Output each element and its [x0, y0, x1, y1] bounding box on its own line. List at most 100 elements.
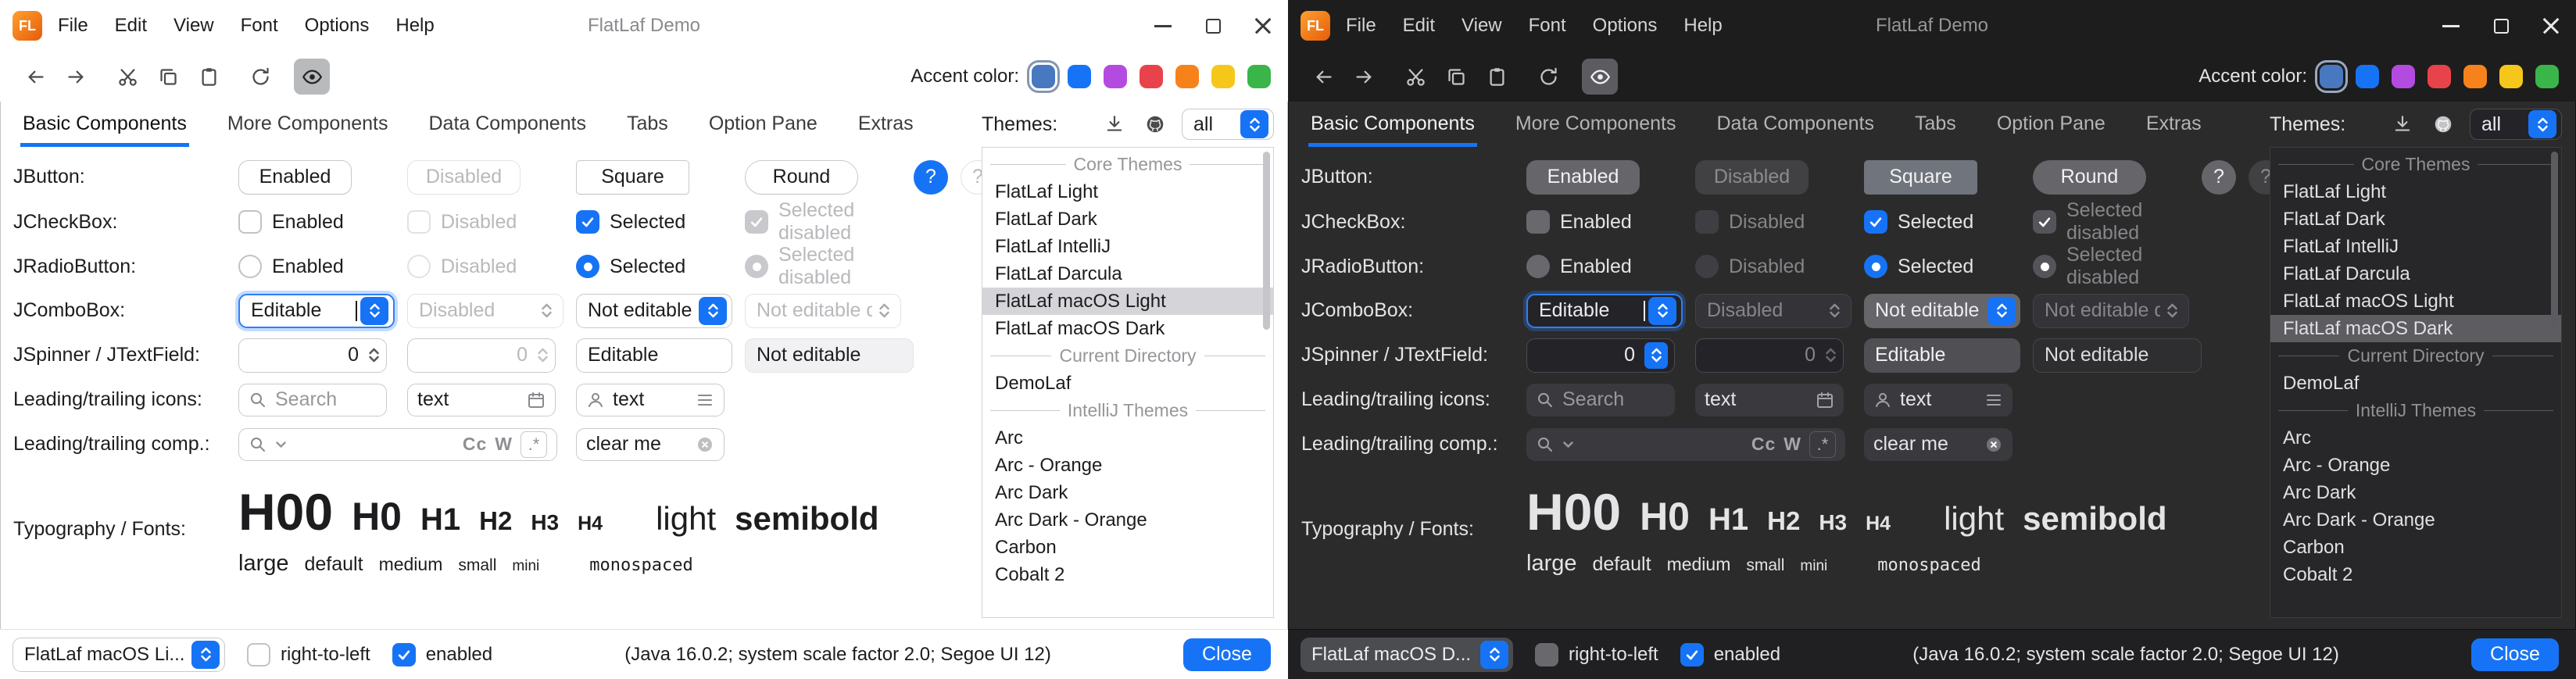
theme-item[interactable]: Cobalt 2	[982, 561, 1273, 588]
theme-item[interactable]: FlatLaf macOS Dark	[2270, 315, 2561, 342]
laf-combobox[interactable]: FlatLaf macOS Li...	[13, 638, 225, 672]
enabled-checkbox[interactable]: enabled	[1680, 643, 1780, 666]
combobox-arrow-button[interactable]	[699, 297, 727, 325]
theme-item[interactable]: Cobalt 2	[2270, 561, 2561, 588]
menu-item-file[interactable]: File	[58, 15, 88, 37]
paste-button[interactable]	[191, 59, 227, 95]
combobox-editable[interactable]: Editable	[1526, 294, 1683, 328]
theme-list[interactable]: Core ThemesFlatLaf LightFlatLaf DarkFlat…	[2270, 147, 2562, 618]
paste-button[interactable]	[1479, 59, 1515, 95]
theme-item[interactable]: FlatLaf Light	[2270, 178, 2561, 205]
spinner-arrows[interactable]	[368, 347, 380, 363]
radio-enabled[interactable]: Enabled	[1526, 255, 1632, 278]
menu-item-view[interactable]: View	[174, 15, 214, 37]
textfield-editable[interactable]: Editable	[576, 338, 732, 373]
tab-option-pane[interactable]: Option Pane	[1995, 113, 2108, 147]
whole-word-button[interactable]: W	[495, 434, 513, 455]
accent-swatch[interactable]	[2499, 65, 2523, 88]
tab-tabs[interactable]: Tabs	[1912, 113, 1959, 147]
accent-swatch[interactable]	[1140, 65, 1163, 88]
tab-option-pane[interactable]: Option Pane	[707, 113, 820, 147]
close-window-button[interactable]	[2526, 0, 2576, 52]
accent-swatch[interactable]	[2356, 65, 2379, 88]
enabled-checkbox[interactable]: enabled	[392, 643, 492, 666]
close-button[interactable]: Close	[2471, 638, 2559, 671]
match-case-button[interactable]: Cc	[463, 434, 487, 455]
menu-item-options[interactable]: Options	[305, 15, 370, 37]
whole-word-button[interactable]: W	[1784, 434, 1801, 455]
scrollbar-thumb[interactable]	[2551, 152, 2558, 330]
user-field[interactable]: text	[576, 384, 724, 416]
minimize-button[interactable]	[1138, 0, 1188, 52]
combobox-arrow-button[interactable]	[1987, 297, 2016, 325]
checkbox-selected[interactable]: Selected	[1864, 210, 1973, 234]
tab-data-components[interactable]: Data Components	[426, 113, 589, 147]
checkbox-enabled[interactable]: Enabled	[1526, 210, 1632, 234]
menu-item-help[interactable]: Help	[395, 15, 434, 37]
enabled-button[interactable]: Enabled	[1526, 160, 1640, 195]
checkbox-selected[interactable]: Selected	[576, 210, 685, 234]
menu-item-edit[interactable]: Edit	[115, 15, 147, 37]
menu-item-file[interactable]: File	[1346, 15, 1376, 37]
close-button[interactable]: Close	[1183, 638, 1271, 671]
combobox-editable[interactable]: Editable	[238, 294, 395, 328]
clear-icon[interactable]	[696, 435, 714, 454]
theme-item[interactable]: FlatLaf Light	[982, 178, 1273, 205]
help-button[interactable]: ?	[2202, 160, 2236, 195]
cut-button[interactable]	[1397, 59, 1433, 95]
rtl-checkbox[interactable]: right-to-left	[247, 643, 370, 666]
download-themes-button[interactable]	[2388, 110, 2417, 138]
theme-item[interactable]: FlatLaf Darcula	[982, 260, 1273, 288]
theme-item[interactable]: FlatLaf macOS Light	[2270, 288, 2561, 315]
theme-item[interactable]: FlatLaf macOS Light	[982, 288, 1273, 315]
menu-item-font[interactable]: Font	[241, 15, 278, 37]
tab-basic-components[interactable]: Basic Components	[20, 113, 189, 147]
copy-button[interactable]	[1438, 59, 1474, 95]
minimize-button[interactable]	[2426, 0, 2476, 52]
theme-item[interactable]: FlatLaf macOS Dark	[982, 315, 1273, 342]
laf-combobox[interactable]: FlatLaf macOS D...	[1301, 638, 1513, 672]
tab-extras[interactable]: Extras	[856, 113, 916, 147]
refresh-button[interactable]	[242, 59, 278, 95]
theme-item[interactable]: FlatLaf IntelliJ	[982, 233, 1273, 260]
date-field[interactable]: text	[407, 384, 556, 416]
theme-item[interactable]: Carbon	[982, 534, 1273, 561]
menu-item-help[interactable]: Help	[1683, 15, 1722, 37]
theme-item[interactable]: Arc	[2270, 424, 2561, 452]
textfield-editable[interactable]: Editable	[1864, 338, 2020, 373]
theme-item[interactable]: Arc Dark	[2270, 479, 2561, 506]
search-with-options-field[interactable]: Cc W .*	[238, 428, 557, 461]
spinner-arrows[interactable]	[1644, 342, 1668, 369]
radio-selected[interactable]: Selected	[1864, 255, 1973, 278]
github-button[interactable]	[1141, 110, 1169, 138]
themes-filter-combobox[interactable]: all	[1182, 109, 1274, 140]
spinner[interactable]: 0	[238, 338, 387, 373]
theme-item[interactable]: DemoLaf	[982, 370, 1273, 397]
search-field[interactable]: Search	[1526, 384, 1675, 416]
combobox-not-editable[interactable]: Not editable	[576, 294, 732, 328]
theme-item[interactable]: FlatLaf Darcula	[2270, 260, 2561, 288]
download-themes-button[interactable]	[1100, 110, 1129, 138]
square-button[interactable]: Square	[1864, 160, 1977, 195]
theme-item[interactable]: Arc Dark	[982, 479, 1273, 506]
theme-item[interactable]: Arc	[982, 424, 1273, 452]
clearable-field[interactable]: clear me	[1864, 428, 2012, 461]
tab-basic-components[interactable]: Basic Components	[1308, 113, 1477, 147]
theme-item[interactable]: DemoLaf	[2270, 370, 2561, 397]
regex-button[interactable]: .*	[521, 431, 547, 458]
rtl-checkbox[interactable]: right-to-left	[1535, 643, 1658, 666]
themes-filter-combobox[interactable]: all	[2470, 109, 2562, 140]
square-button[interactable]: Square	[576, 160, 689, 195]
date-field[interactable]: text	[1695, 384, 1844, 416]
menu-item-font[interactable]: Font	[1529, 15, 1566, 37]
round-button[interactable]: Round	[745, 160, 858, 195]
accent-swatch[interactable]	[2392, 65, 2415, 88]
forward-button[interactable]	[58, 59, 94, 95]
combobox-arrow-button[interactable]	[191, 641, 220, 669]
regex-button[interactable]: .*	[1809, 431, 1836, 458]
theme-item[interactable]: FlatLaf IntelliJ	[2270, 233, 2561, 260]
theme-item[interactable]: Arc - Orange	[982, 452, 1273, 479]
refresh-button[interactable]	[1530, 59, 1566, 95]
round-button[interactable]: Round	[2033, 160, 2146, 195]
back-button[interactable]	[17, 59, 53, 95]
